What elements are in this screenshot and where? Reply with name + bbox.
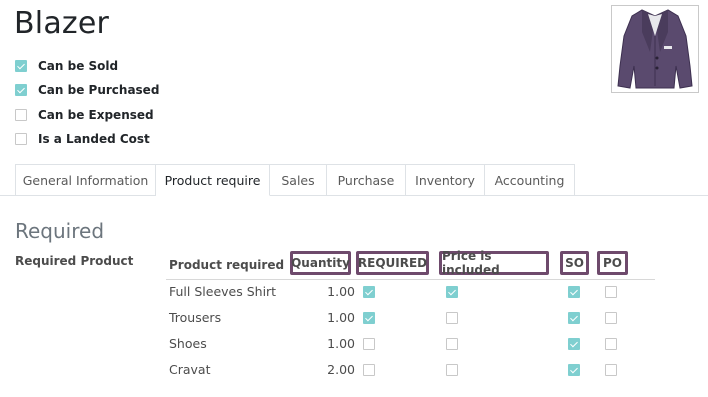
flag-can-be-purchased[interactable]: Can be Purchased (15, 82, 159, 98)
column-header-required[interactable]: REQUIRED (356, 251, 429, 275)
tab-inventory[interactable]: Inventory (406, 164, 485, 196)
column-header-product[interactable]: Product required (169, 258, 284, 272)
price-included-checkbox[interactable] (446, 364, 458, 376)
price-included-checkbox[interactable] (446, 312, 458, 324)
column-header-po[interactable]: PO (597, 251, 628, 275)
po-checkbox[interactable] (605, 286, 617, 298)
so-checkbox[interactable] (568, 286, 580, 298)
so-checkbox[interactable] (568, 364, 580, 376)
flag-label: Can be Sold (38, 59, 119, 73)
table-row[interactable]: Full Sleeves Shirt 1.00 (166, 280, 655, 306)
tab-product-require[interactable]: Product require (156, 164, 270, 196)
flag-label: Is a Landed Cost (38, 132, 150, 146)
checkbox[interactable] (15, 84, 27, 96)
checkbox[interactable] (15, 133, 27, 145)
blazer-image[interactable] (611, 5, 699, 93)
tab-accounting[interactable]: Accounting (485, 164, 575, 196)
table-row[interactable]: Shoes 1.00 (166, 332, 655, 358)
price-included-checkbox[interactable] (446, 338, 458, 350)
table-row[interactable]: Cravat 2.00 (166, 358, 655, 384)
table-row[interactable]: Trousers 1.00 (166, 306, 655, 332)
flag-is-landed-cost[interactable]: Is a Landed Cost (15, 131, 150, 147)
column-header-quantity[interactable]: Quantity (290, 251, 351, 275)
section-title: Required (15, 219, 105, 243)
so-checkbox[interactable] (568, 338, 580, 350)
flag-can-be-expensed[interactable]: Can be Expensed (15, 107, 154, 123)
po-checkbox[interactable] (605, 312, 617, 324)
flag-label: Can be Purchased (38, 83, 160, 97)
tab-general-information[interactable]: General Information (15, 164, 156, 196)
required-checkbox[interactable] (363, 338, 375, 350)
checkbox[interactable] (15, 109, 27, 121)
quantity-cell[interactable]: 1.00 (166, 284, 355, 299)
required-checkbox[interactable] (363, 286, 375, 298)
product-name[interactable]: Blazer (14, 6, 109, 41)
column-header-price-included[interactable]: Price is included (439, 249, 549, 277)
notebook-tabs: General Information Product require Sale… (15, 164, 575, 196)
required-product-label: Required Product (15, 254, 134, 268)
quantity-cell[interactable]: 2.00 (166, 362, 355, 377)
po-checkbox[interactable] (605, 338, 617, 350)
price-included-checkbox[interactable] (446, 286, 458, 298)
required-checkbox[interactable] (363, 312, 375, 324)
tab-sales[interactable]: Sales (270, 164, 327, 196)
blazer-icon (617, 9, 693, 89)
tab-purchase[interactable]: Purchase (327, 164, 406, 196)
checkbox[interactable] (15, 60, 27, 72)
so-checkbox[interactable] (568, 312, 580, 324)
flag-can-be-sold[interactable]: Can be Sold (15, 58, 118, 74)
required-checkbox[interactable] (363, 364, 375, 376)
flag-label: Can be Expensed (38, 108, 154, 122)
quantity-cell[interactable]: 1.00 (166, 336, 355, 351)
column-header-so[interactable]: SO (560, 251, 589, 275)
quantity-cell[interactable]: 1.00 (166, 310, 355, 325)
po-checkbox[interactable] (605, 364, 617, 376)
